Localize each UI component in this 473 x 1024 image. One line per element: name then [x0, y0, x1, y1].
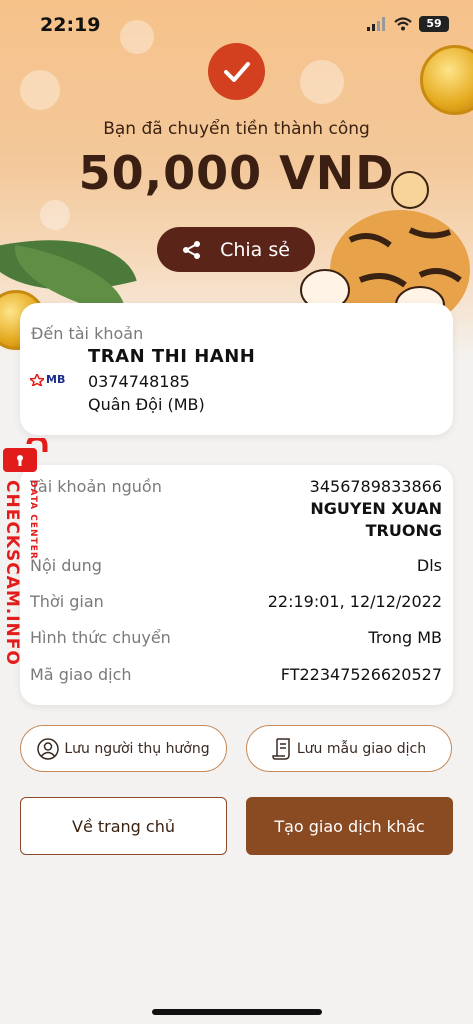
recipient-label: Đến tài khoản: [31, 324, 144, 343]
success-message: Bạn đã chuyển tiền thành công: [103, 119, 370, 139]
status-time: 22:19: [40, 14, 101, 36]
signal-icon: [367, 17, 385, 31]
watermark-subtext: DATA CENTER: [28, 480, 38, 560]
share-icon: [183, 240, 201, 259]
recipient-name: TRAN THI HANH: [88, 346, 256, 367]
mb-star-icon: [30, 373, 44, 386]
method-value: Trong MB: [368, 628, 442, 647]
detail-row-source: Tài khoản nguồn 3456789833866: [30, 477, 442, 496]
user-icon: [37, 737, 60, 760]
transaction-id-label: Mã giao dịch: [30, 665, 132, 684]
wifi-icon: [394, 17, 412, 31]
go-home-button[interactable]: Về trang chủ: [20, 797, 227, 855]
new-transaction-button[interactable]: Tạo giao dịch khác: [246, 797, 453, 855]
time-value: 22:19:01, 12/12/2022: [267, 592, 442, 611]
mb-bank-logo: MB: [30, 373, 65, 386]
save-beneficiary-label: Lưu người thụ hưởng: [64, 740, 210, 757]
time-label: Thời gian: [30, 592, 104, 611]
detail-row-transaction-id: Mã giao dịch FT22347526620527: [30, 665, 442, 684]
source-account-label: Tài khoản nguồn: [30, 477, 162, 496]
save-beneficiary-button[interactable]: Lưu người thụ hưởng: [20, 725, 227, 772]
recipient-bank-name: Quân Đội (MB): [88, 395, 205, 414]
check-icon: [223, 61, 250, 82]
share-button[interactable]: Chia sẻ: [157, 227, 315, 272]
save-template-button[interactable]: Lưu mẫu giao dịch: [246, 725, 452, 772]
watermark-text: CHECKSCAM.INFO: [2, 480, 22, 666]
success-check: [208, 43, 265, 100]
transaction-id-value: FT22347526620527: [280, 665, 442, 684]
decor-coin: [420, 45, 473, 115]
battery-icon: 59: [419, 16, 449, 32]
recipient-card: Đến tài khoản MB TRAN THI HANH 037474818…: [20, 303, 453, 435]
detail-row-time: Thời gian 22:19:01, 12/12/2022: [30, 592, 442, 611]
save-template-label: Lưu mẫu giao dịch: [296, 740, 427, 757]
decor-flower: [300, 60, 344, 104]
lock-icon: [3, 438, 48, 472]
mb-logo-text: MB: [46, 373, 66, 386]
decor-flower: [20, 70, 60, 110]
transfer-amount: 50,000 VND: [78, 146, 395, 200]
content-label: Nội dung: [30, 556, 102, 575]
home-indicator[interactable]: [152, 1009, 322, 1015]
content-value: Dls: [416, 556, 442, 575]
source-account-name: NGUYEN XUAN TRUONG: [310, 499, 442, 540]
method-label: Hình thức chuyển: [30, 628, 171, 647]
detail-row-method: Hình thức chuyển Trong MB: [30, 628, 442, 647]
decor-flower: [40, 200, 70, 230]
status-icons: 59: [367, 16, 449, 32]
transaction-details-card: Tài khoản nguồn 3456789833866 NGUYEN XUA…: [20, 465, 453, 705]
recipient-account-number: 0374748185: [88, 372, 190, 391]
document-icon: [272, 737, 290, 760]
source-account-number: 3456789833866: [309, 477, 442, 496]
detail-row-content: Nội dung Dls: [30, 556, 442, 575]
share-label: Chia sẻ: [220, 238, 290, 261]
